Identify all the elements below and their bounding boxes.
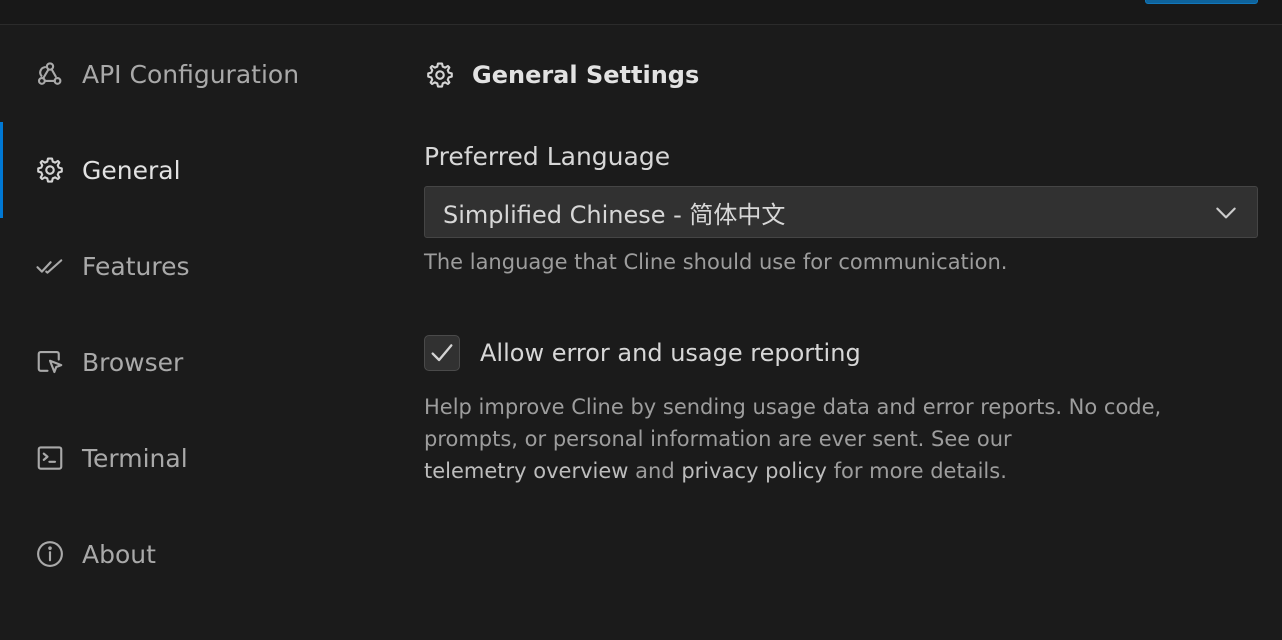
sidebar-item-features[interactable]: Features	[0, 218, 400, 314]
sidebar-item-browser[interactable]: Browser	[0, 314, 400, 410]
sidebar-item-label: Features	[82, 251, 190, 281]
sidebar-item-label: General	[82, 155, 181, 185]
sidebar-item-api-configuration[interactable]: API Configuration	[0, 26, 400, 122]
telemetry-helper-line2: prompts, or personal information are eve…	[424, 427, 1012, 451]
check-icon	[431, 344, 453, 362]
telemetry-helper-text: Help improve Cline by sending usage data…	[424, 391, 1258, 487]
telemetry-helper-line1: Help improve Cline by sending usage data…	[424, 395, 1162, 419]
chevron-down-icon	[1213, 200, 1239, 226]
top-bar	[0, 0, 1282, 25]
gear-icon	[424, 59, 456, 91]
top-action-button[interactable]	[1145, 0, 1258, 4]
preferred-language-label: Preferred Language	[424, 142, 671, 171]
sidebar-item-terminal[interactable]: Terminal	[0, 410, 400, 506]
preferred-language-select[interactable]: Simplified Chinese - 简体中文	[424, 186, 1258, 238]
gear-icon	[34, 154, 66, 186]
telemetry-checkbox-row[interactable]: Allow error and usage reporting	[424, 335, 861, 371]
and-text: and	[635, 459, 675, 483]
telemetry-checkbox-label: Allow error and usage reporting	[480, 339, 861, 367]
telemetry-checkbox[interactable]	[424, 335, 460, 371]
terminal-icon	[34, 442, 66, 474]
selected-language-value: Simplified Chinese - 简体中文	[443, 200, 786, 229]
info-icon	[34, 538, 66, 570]
sidebar-item-label: Terminal	[82, 443, 188, 473]
settings-content: General Settings Preferred Language Simp…	[424, 26, 1258, 640]
telemetry-overview-link[interactable]: telemetry overview	[424, 459, 628, 483]
section-header: General Settings	[424, 58, 699, 92]
privacy-policy-link[interactable]: privacy policy	[681, 459, 827, 483]
webhook-icon	[34, 58, 66, 90]
sidebar-item-label: Browser	[82, 347, 184, 377]
language-helper-text: The language that Cline should use for c…	[424, 250, 1008, 274]
sidebar-item-label: About	[82, 539, 156, 569]
check-all-icon	[34, 250, 66, 282]
telemetry-helper-line3: telemetry overview and privacy policy fo…	[424, 455, 1258, 487]
sidebar-item-label: API Configuration	[82, 59, 300, 89]
section-title: General Settings	[472, 61, 700, 89]
settings-sidebar: API Configuration General Features Brows…	[0, 26, 400, 640]
sidebar-item-general[interactable]: General	[0, 122, 400, 218]
browser-cursor-icon	[34, 346, 66, 378]
sidebar-item-about[interactable]: About	[0, 506, 400, 602]
helper-end-text: for more details.	[833, 459, 1007, 483]
